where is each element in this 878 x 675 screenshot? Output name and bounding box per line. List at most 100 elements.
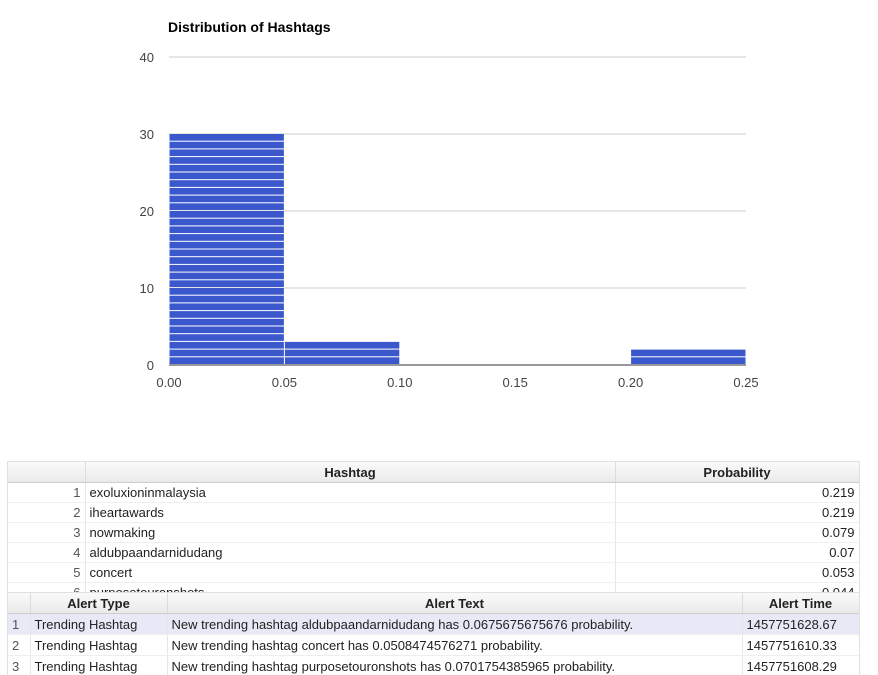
alert-text-cell: New trending hashtag purposetouronshots … — [167, 655, 743, 675]
hashtag-table-container[interactable]: Hashtag Probability 1 exoluxioninmalaysia… — [7, 461, 860, 592]
histogram-unit-block — [169, 311, 284, 318]
histogram-chart: Distribution of Hashtags 0 10 20 30 40 0.00 0.… — [0, 0, 878, 410]
alert-type-cell: Trending Hashtag — [30, 634, 168, 656]
alert-time-cell: 1457751608.29 — [742, 655, 859, 675]
histogram-unit-block — [169, 218, 284, 226]
histogram-unit-block — [169, 334, 284, 341]
probability-cell: 0.079 — [615, 522, 859, 543]
row-index: 2 — [8, 634, 31, 656]
histogram-unit-block — [169, 164, 284, 172]
alert-text-cell: New trending hashtag concert has 0.05084… — [167, 634, 743, 656]
hashtag-cell: nowmaking — [85, 522, 616, 543]
histogram-unit-block — [169, 280, 284, 287]
histogram-unit-block — [169, 257, 284, 264]
alert-text-column-header[interactable]: Alert Text — [167, 593, 743, 614]
histogram-unit-block — [284, 341, 400, 349]
alert-time-cell: 1457751628.67 — [742, 613, 859, 635]
probability-cell: 0.053 — [615, 562, 859, 583]
hashtag-table-row[interactable]: 2 iheartawards 0.219 — [8, 502, 859, 523]
hashtag-cell: aldubpaandarnidudang — [85, 542, 616, 563]
y-tick-label: 20 — [140, 204, 154, 219]
histogram-unit-block — [169, 157, 284, 164]
histogram-unit-block — [169, 180, 284, 187]
alerts-table-container[interactable]: Alert Type Alert Text Alert Time 1 Trendi… — [7, 592, 860, 675]
alert-type-cell: Trending Hashtag — [30, 655, 168, 675]
histogram-bar[interactable] — [169, 134, 284, 364]
histogram-unit-block — [169, 349, 284, 357]
y-tick-label: 10 — [140, 281, 154, 296]
alert-time-column-header[interactable]: Alert Time — [742, 593, 859, 614]
histogram-unit-block — [169, 211, 284, 218]
hashtag-table-row[interactable]: 5 concert 0.053 — [8, 562, 859, 583]
row-index: 3 — [8, 655, 31, 675]
histogram-svg: Distribution of Hashtags 0 10 20 30 40 0.00 0.… — [140, 19, 759, 390]
histogram-unit-block — [284, 349, 400, 357]
y-tick-label: 0 — [147, 358, 154, 373]
y-tick-label: 40 — [140, 50, 154, 65]
histogram-unit-block — [631, 357, 746, 364]
hashtag-table-row[interactable]: 3 nowmaking 0.079 — [8, 522, 859, 543]
alert-table-row[interactable]: 2 Trending Hashtag New trending hashtag co… — [8, 634, 859, 656]
alert-table-row[interactable]: 1 Trending Hashtag New trending hashtag al… — [8, 613, 859, 635]
histogram-bar[interactable] — [284, 341, 400, 364]
histogram-bar[interactable] — [631, 349, 746, 364]
hashtag-cell: iheartawards — [85, 502, 616, 523]
histogram-unit-block — [169, 234, 284, 241]
hashtag-table: Hashtag Probability 1 exoluxioninmalaysia… — [8, 462, 859, 592]
histogram-unit-block — [169, 264, 284, 272]
row-index: 1 — [8, 613, 31, 635]
probability-column-header[interactable]: Probability — [615, 462, 859, 483]
alert-text-cell: New trending hashtag aldubpaandarnidudan… — [167, 613, 743, 635]
probability-cell: 0.219 — [615, 482, 859, 503]
x-tick-label: 0.00 — [156, 375, 181, 390]
histogram-unit-block — [169, 203, 284, 210]
y-tick-label: 30 — [140, 127, 154, 142]
histogram-unit-block — [169, 326, 284, 334]
histogram-unit-block — [169, 226, 284, 234]
x-tick-label: 0.20 — [618, 375, 643, 390]
hashtag-cell: exoluxioninmalaysia — [85, 482, 616, 503]
probability-cell: 0.044 — [615, 582, 859, 592]
x-tick-label: 0.25 — [733, 375, 758, 390]
histogram-unit-block — [631, 349, 746, 357]
histogram-unit-block — [169, 249, 284, 257]
histogram-unit-block — [169, 341, 284, 349]
histogram-unit-block — [169, 303, 284, 311]
chart-title: Distribution of Hashtags — [168, 19, 331, 35]
row-index: 6 — [8, 582, 86, 592]
alert-type-column-header[interactable]: Alert Type — [30, 593, 168, 614]
histogram-unit-block — [169, 295, 284, 303]
hashtag-index-header[interactable] — [8, 462, 86, 483]
alert-index-header[interactable] — [8, 593, 31, 614]
probability-cell: 0.219 — [615, 502, 859, 523]
histogram-unit-block — [169, 141, 284, 149]
histogram-unit-block — [169, 272, 284, 280]
hashtag-table-header-row: Hashtag Probability — [8, 462, 859, 483]
histogram-unit-block — [284, 357, 400, 364]
hashtag-table-row[interactable]: 6purposetouronshots0.044 — [8, 582, 859, 592]
hashtag-table-row[interactable]: 1 exoluxioninmalaysia 0.219 — [8, 482, 859, 503]
histogram-unit-block — [169, 195, 284, 203]
hashtag-column-header[interactable]: Hashtag — [85, 462, 616, 483]
x-tick-label: 0.10 — [387, 375, 412, 390]
histogram-unit-block — [169, 357, 284, 364]
alert-type-cell: Trending Hashtag — [30, 613, 168, 635]
probability-cell: 0.07 — [615, 542, 859, 563]
hashtag-cell: concert — [85, 562, 616, 583]
histogram-unit-block — [169, 172, 284, 180]
row-index: 3 — [8, 522, 86, 543]
row-index: 2 — [8, 502, 86, 523]
histogram-unit-block — [169, 134, 284, 141]
hashtag-table-row[interactable]: 4 aldubpaandarnidudang 0.07 — [8, 542, 859, 563]
histogram-unit-block — [169, 288, 284, 295]
hashtag-cell: purposetouronshots — [85, 582, 616, 592]
x-tick-label: 0.05 — [272, 375, 297, 390]
histogram-unit-block — [169, 241, 284, 249]
row-index: 4 — [8, 542, 86, 563]
row-index: 1 — [8, 482, 86, 503]
alert-table-row[interactable]: 3 Trending Hashtag New trending hashtag pu… — [8, 655, 859, 675]
histogram-unit-block — [169, 318, 284, 326]
alerts-table-header-row: Alert Type Alert Text Alert Time — [8, 593, 859, 614]
row-index: 5 — [8, 562, 86, 583]
histogram-unit-block — [169, 149, 284, 157]
